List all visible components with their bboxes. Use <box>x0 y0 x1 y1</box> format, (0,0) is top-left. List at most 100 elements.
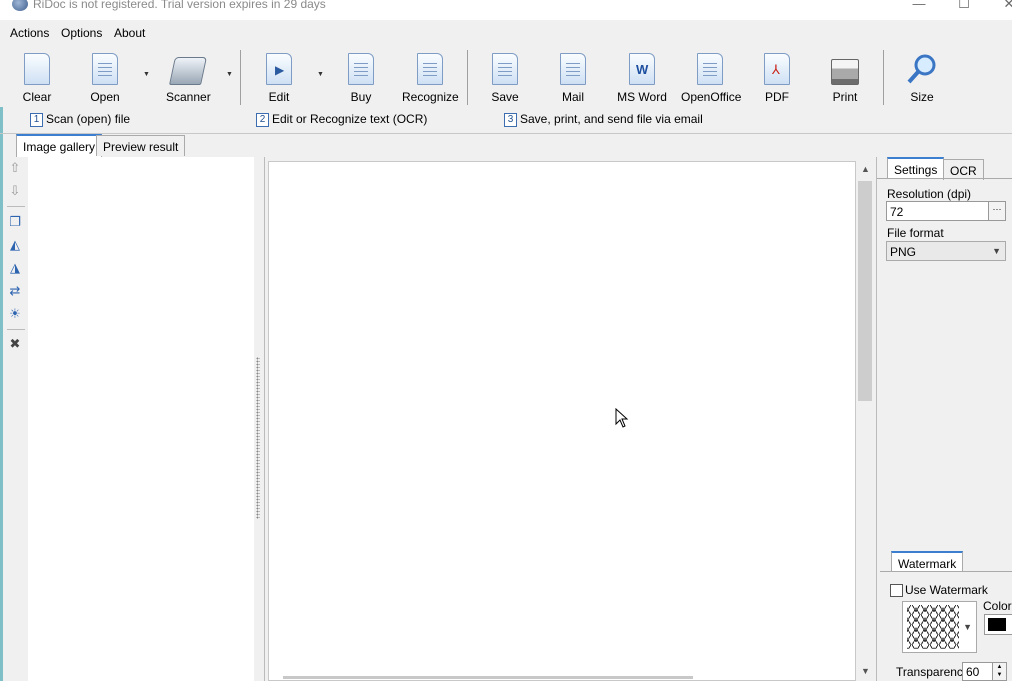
file-format-value: PNG <box>890 245 917 259</box>
divider <box>880 571 1012 572</box>
rotate-right-icon[interactable]: ◮ <box>8 261 22 275</box>
copy-pages-icon[interactable]: ❐ <box>8 215 22 229</box>
openoffice-button[interactable]: OpenOffice <box>681 53 742 104</box>
tab-image-gallery[interactable]: Image gallery <box>16 134 103 157</box>
edit-button[interactable]: ▶ Edit <box>259 53 299 104</box>
transparency-value: 60 <box>966 665 980 679</box>
title-bar: RiDoc is not registered. Trial version e… <box>0 0 1012 20</box>
panel-splitter[interactable] <box>254 157 262 681</box>
edit-dropdown-icon[interactable]: ▼ <box>317 71 324 78</box>
flip-icon[interactable]: ⇄ <box>8 284 22 298</box>
watermark-pattern-select[interactable]: ▼ <box>902 601 977 653</box>
edit-label: Edit <box>268 90 290 104</box>
settings-panel: Settings OCR Resolution (dpi) 72 ··· Fil… <box>876 157 1012 681</box>
recognize-label: Recognize <box>402 90 459 104</box>
step-label: Edit or Recognize text (OCR) <box>272 112 428 126</box>
save-button[interactable]: Save <box>485 53 525 104</box>
blank-document-icon <box>24 53 50 85</box>
mail-button[interactable]: Mail <box>553 53 593 104</box>
image-canvas[interactable] <box>268 161 856 681</box>
stepper-arrows[interactable]: ▲ ▼ <box>992 663 1006 680</box>
color-label: Color <box>983 599 1012 613</box>
gallery-toolbar: ⇧ ⇩ ❐ ◭ ◮ ⇄ ☀ ✖ <box>5 157 27 681</box>
splitter-grip[interactable] <box>256 357 260 519</box>
color-picker[interactable] <box>984 614 1012 635</box>
use-watermark-checkbox[interactable] <box>890 584 903 597</box>
menu-actions[interactable]: Actions <box>10 26 49 40</box>
app-icon <box>12 0 28 11</box>
open-document-icon <box>92 53 118 85</box>
open-dropdown-icon[interactable]: ▼ <box>143 71 150 78</box>
mail-label: Mail <box>561 90 584 104</box>
save-label: Save <box>491 90 519 104</box>
size-button[interactable]: Size <box>902 53 942 104</box>
step-label: Save, print, and send file via email <box>520 112 703 126</box>
tab-ocr[interactable]: OCR <box>943 159 984 180</box>
tools-icon[interactable]: ✖ <box>8 337 22 351</box>
arrow-down-icon[interactable]: ⇩ <box>8 184 22 198</box>
word-icon: W <box>629 53 655 85</box>
save-icon <box>492 53 518 85</box>
mail-icon <box>560 53 586 85</box>
pdf-icon: ⅄ <box>764 53 790 85</box>
step-number: 3 <box>504 112 517 127</box>
clear-button[interactable]: Clear <box>17 53 57 104</box>
color-swatch <box>988 618 1006 631</box>
horizontal-scroll-thumb[interactable] <box>283 676 693 679</box>
scanner-dropdown-icon[interactable]: ▼ <box>226 71 233 78</box>
scanner-icon <box>169 57 207 85</box>
open-label: Open <box>90 90 120 104</box>
transparency-stepper[interactable]: 60 ▲ ▼ <box>962 662 1007 681</box>
tab-watermark[interactable]: Watermark <box>891 551 964 572</box>
resolution-value: 72 <box>890 205 904 219</box>
tab-settings[interactable]: Settings <box>887 157 945 178</box>
msword-button[interactable]: W MS Word <box>617 53 667 104</box>
print-button[interactable]: Print <box>825 53 865 104</box>
recognize-icon <box>417 53 443 85</box>
chevron-down-icon: ▼ <box>963 622 972 632</box>
chevron-down-icon: ▼ <box>992 246 1001 256</box>
close-button[interactable]: ✕ <box>986 0 1012 16</box>
resolution-label: Resolution (dpi) <box>887 187 972 201</box>
brightness-icon[interactable]: ☀ <box>8 307 22 321</box>
scroll-down-icon[interactable]: ▼ <box>861 666 870 676</box>
recognize-button[interactable]: Recognize <box>402 53 459 104</box>
file-format-label: File format <box>887 226 944 240</box>
buy-button[interactable]: Buy <box>341 53 381 104</box>
minimize-button[interactable]: — <box>896 0 942 16</box>
step-scan[interactable]: 1 Scan (open) file <box>30 112 130 127</box>
step-save-print-send[interactable]: 3 Save, print, and send file via email <box>504 112 703 127</box>
scanner-label: Scanner <box>166 90 211 104</box>
step-label: Scan (open) file <box>46 112 131 126</box>
toolbar: Clear Open ▼ Scanner ▼ ▶ Edit ▼ Buy Reco… <box>0 45 1012 107</box>
window-title: RiDoc is not registered. Trial version e… <box>33 0 326 11</box>
file-format-select[interactable]: PNG ▼ <box>886 241 1006 261</box>
scanner-button[interactable]: Scanner <box>166 53 211 104</box>
browse-button[interactable]: ··· <box>988 202 1005 220</box>
arrow-up-icon[interactable]: ⇧ <box>8 161 22 175</box>
maximize-button[interactable]: ☐ <box>941 0 987 16</box>
pdf-button[interactable]: ⅄ PDF <box>757 53 797 104</box>
pdf-label: PDF <box>765 90 789 104</box>
step-edit-recognize[interactable]: 2 Edit or Recognize text (OCR) <box>256 112 427 127</box>
resolution-field[interactable]: 72 ··· <box>886 201 1006 221</box>
tab-preview-result[interactable]: Preview result <box>96 135 186 156</box>
menu-options[interactable]: Options <box>61 26 102 40</box>
toolbar-separator <box>883 50 884 105</box>
rotate-left-icon[interactable]: ◭ <box>8 238 22 252</box>
openoffice-label: OpenOffice <box>681 90 742 104</box>
image-gallery-panel[interactable] <box>28 157 254 681</box>
toolbar-separator <box>7 206 25 207</box>
edit-document-icon: ▶ <box>266 53 292 85</box>
mouse-cursor-icon <box>615 408 629 428</box>
openoffice-icon <box>697 53 723 85</box>
divider <box>0 133 1012 134</box>
vertical-scrollbar[interactable]: ▲ ▼ <box>857 161 874 681</box>
toolbar-separator <box>7 329 25 330</box>
menu-about[interactable]: About <box>114 26 145 40</box>
tab-divider <box>877 178 1012 179</box>
open-button[interactable]: Open <box>85 53 125 104</box>
scroll-thumb[interactable] <box>858 181 872 401</box>
scroll-up-icon[interactable]: ▲ <box>861 164 870 174</box>
step-number: 2 <box>256 112 269 127</box>
